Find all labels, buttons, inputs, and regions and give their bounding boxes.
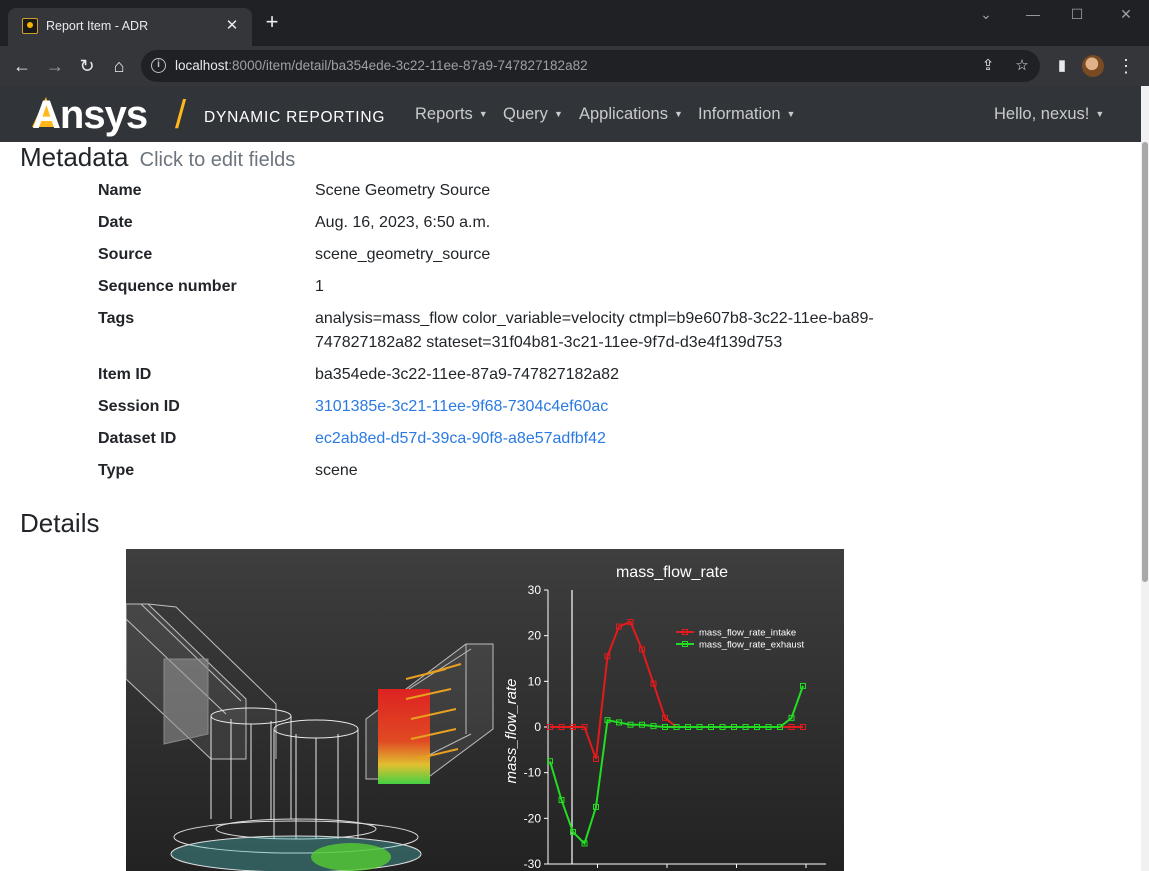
label-source: Source (98, 246, 153, 263)
label-name: Name (98, 182, 142, 199)
series-line-mass_flow_rate_exhaust (549, 685, 804, 846)
browser-tab-strip: Report Item - ADR ✕ + ⌄ — ☐ ✕ (0, 0, 1149, 46)
y-tick-label: 30 (528, 583, 542, 597)
url-host: localhost (175, 58, 229, 73)
label-date: Date (98, 214, 133, 231)
y-tick-label: 20 (528, 629, 542, 643)
chart-legend: mass_flow_rate_intakemass_flow_rate_exha… (676, 628, 804, 651)
label-sequence-number: Sequence number (98, 278, 237, 295)
value-source[interactable]: scene_geometry_source (315, 243, 895, 267)
dataset-id-link[interactable]: ec2ab8ed-d57d-39ca-90f8-a8e57adfbf42 (315, 427, 895, 451)
caret-down-icon: ▼ (1095, 109, 1105, 119)
y-tick-label: -10 (524, 766, 542, 780)
menu-applications[interactable]: Applications ▼ (579, 105, 683, 124)
chart-y-axis-label: mass_flow_rate (503, 678, 520, 783)
close-icon[interactable]: ✕ (222, 16, 242, 36)
adr-favicon-icon (22, 18, 38, 34)
kebab-menu-icon[interactable]: ⋮ (1114, 54, 1138, 78)
menu-label: Query (503, 105, 548, 123)
logo-slash-icon: / (175, 93, 187, 137)
y-tick-label: -30 (524, 857, 542, 871)
y-tick-label: 10 (528, 674, 542, 688)
logo-subtitle: DYNAMIC REPORTING (204, 109, 386, 126)
mass-flow-rate-chart: mass_flow_rate mass_flow_rate 30 20 10 0 -10… (503, 564, 826, 871)
metadata-heading: Metadata Click to edit fields (20, 142, 295, 173)
label-session-id: Session ID (98, 398, 180, 415)
scene-viewer[interactable]: mass_flow_rate mass_flow_rate 30 20 10 0 -10… (126, 549, 844, 871)
page-scrollbar[interactable] (1141, 86, 1149, 871)
page-content: Ansys / DYNAMIC REPORTING Reports ▼ Query… (0, 86, 1141, 871)
menu-query[interactable]: Query ▼ (503, 105, 563, 124)
url-text[interactable]: localhost:8000/item/detail/ba354ede-3c22… (175, 58, 588, 73)
value-name[interactable]: Scene Geometry Source (315, 179, 895, 203)
logo-text: Ansys (32, 93, 148, 137)
legend-label: mass_flow_rate_intake (699, 628, 796, 639)
value-date[interactable]: Aug. 16, 2023, 6:50 a.m. (315, 211, 895, 235)
session-id-link[interactable]: 3101385e-3c21-11ee-9f68-7304c4ef60ac (315, 395, 895, 419)
browser-toolbar: ← → ↻ ⌂ i localhost:8000/item/detail/ba3… (0, 46, 1149, 86)
reload-icon[interactable]: ↻ (75, 54, 99, 78)
caret-down-icon: ▼ (478, 109, 488, 119)
menu-information[interactable]: Information ▼ (698, 105, 795, 124)
bookmark-star-icon[interactable]: ☆ (1013, 57, 1031, 75)
caret-down-icon: ▼ (553, 109, 563, 119)
label-tags: Tags (98, 310, 135, 327)
caret-down-icon: ▼ (673, 109, 683, 119)
menu-label: Information (698, 105, 781, 123)
menu-reports[interactable]: Reports ▼ (415, 105, 488, 124)
chart-series (547, 618, 806, 847)
site-info-icon[interactable]: i (151, 58, 166, 73)
value-sequence-number[interactable]: 1 (315, 275, 895, 299)
details-heading: Details (20, 508, 100, 538)
url-path: :8000/item/detail/ba354ede-3c22-11ee-87a… (228, 58, 588, 73)
tab-title: Report Item - ADR (46, 19, 149, 33)
adr-navbar: Ansys / DYNAMIC REPORTING Reports ▼ Query… (0, 86, 1141, 142)
y-tick-label: -20 (524, 811, 542, 825)
profile-avatar[interactable] (1082, 55, 1104, 77)
menu-label: Applications (579, 105, 668, 123)
user-menu[interactable]: Hello, nexus! ▼ (994, 105, 1104, 124)
value-item-id: ba354ede-3c22-11ee-87a9-747827182a82 (315, 366, 619, 383)
value-tags[interactable]: analysis=mass_flow color_variable=veloci… (315, 307, 895, 355)
window-close-icon[interactable]: ✕ (1103, 6, 1149, 28)
scrollbar-thumb[interactable] (1142, 142, 1148, 582)
label-item-id: Item ID (98, 366, 152, 383)
tab-search-chevron-icon[interactable]: ⌄ (963, 6, 1009, 28)
edit-fields-hint[interactable]: Click to edit fields (140, 149, 296, 171)
legend-label: mass_flow_rate_exhaust (699, 640, 804, 651)
label-type: Type (98, 462, 135, 479)
metadata-title: Metadata (20, 142, 129, 172)
forward-arrow-icon[interactable]: → (43, 54, 67, 78)
side-panel-icon[interactable]: ▮ (1050, 54, 1074, 78)
value-type: scene (315, 462, 358, 479)
new-tab-plus-icon[interactable]: + (262, 11, 282, 33)
share-icon[interactable]: ⇪ (979, 57, 997, 75)
user-greeting: Hello, nexus! (994, 105, 1090, 123)
intake-duct-geometry (126, 603, 277, 760)
y-tick-label: 0 (534, 720, 541, 734)
browser-tab[interactable]: Report Item - ADR ✕ (8, 8, 252, 46)
home-icon[interactable]: ⌂ (107, 54, 131, 78)
maximize-icon[interactable]: ☐ (1054, 6, 1100, 28)
address-bar[interactable]: i localhost:8000/item/detail/ba354ede-3c… (141, 50, 1040, 82)
velocity-spot (311, 843, 391, 871)
label-dataset-id: Dataset ID (98, 430, 177, 447)
back-arrow-icon[interactable]: ← (10, 54, 34, 78)
caret-down-icon: ▼ (786, 109, 796, 119)
chart-title: mass_flow_rate (616, 564, 728, 581)
menu-label: Reports (415, 105, 473, 123)
minimize-icon[interactable]: — (1010, 6, 1056, 28)
